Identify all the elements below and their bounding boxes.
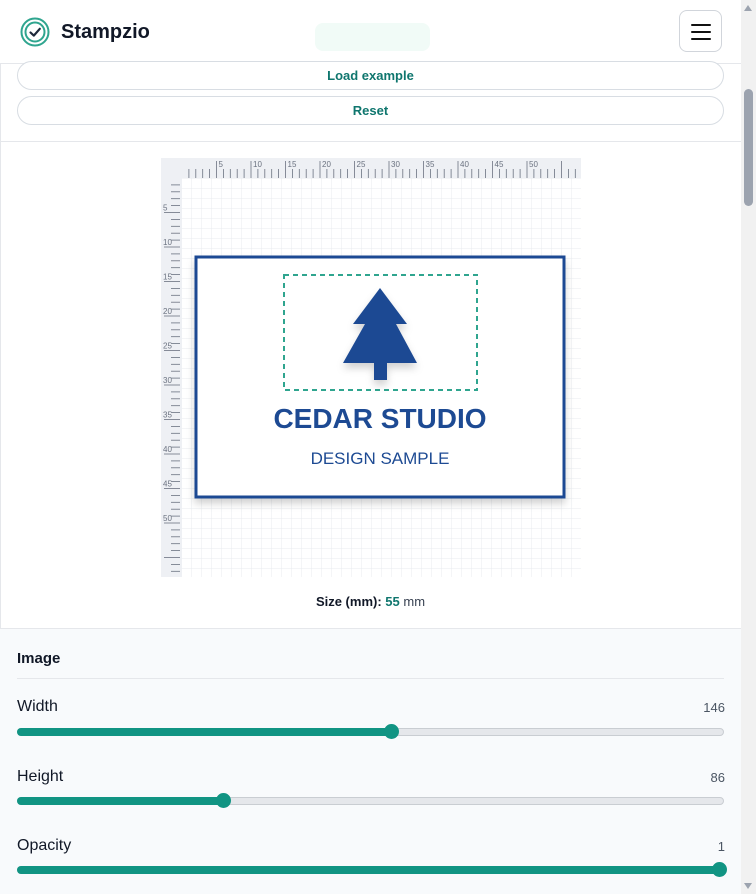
- ruler-left-label: 25: [163, 342, 172, 351]
- ruler-top-label: 10: [253, 160, 262, 169]
- hamburger-line: [691, 38, 711, 40]
- opacity-slider-fill: [17, 866, 724, 874]
- height-slider[interactable]: [17, 793, 724, 808]
- ruler-left-label: 30: [163, 376, 172, 385]
- reset-button[interactable]: Reset: [17, 96, 724, 125]
- menu-button[interactable]: [679, 10, 722, 52]
- width-slider[interactable]: [17, 724, 724, 739]
- app-root: Stampzio Load example Reset 5 10 15 20 2…: [0, 0, 756, 894]
- load-example-button[interactable]: Load example: [17, 61, 724, 90]
- ruler-left-label: 5: [163, 204, 168, 213]
- brand-name[interactable]: Stampzio: [61, 21, 150, 44]
- ruler-left-label: 50: [163, 514, 172, 523]
- ruler-top-label: 30: [391, 160, 400, 169]
- check-circle-icon[interactable]: [20, 17, 50, 47]
- content-left-border: [0, 64, 1, 628]
- stamp-preview-canvas[interactable]: 5 10 15 20 25 30 35 40 45 50 5 10 15 20 25 30 35 40 45 50 …: [161, 158, 581, 577]
- scroll-down-arrow-icon[interactable]: [744, 883, 752, 889]
- hamburger-menu-icon: [691, 24, 711, 26]
- height-slider-fill: [17, 797, 224, 805]
- ruler-top-label: 50: [529, 160, 538, 169]
- width-label: Width: [17, 698, 58, 715]
- scroll-up-arrow-icon[interactable]: [744, 5, 752, 11]
- opacity-slider[interactable]: [17, 862, 727, 877]
- height-value: 86: [710, 770, 725, 785]
- ruler-left-label: 20: [163, 307, 172, 316]
- ruler-left-label: 10: [163, 238, 172, 247]
- ruler-left-label: 35: [163, 411, 172, 420]
- hamburger-line: [691, 31, 711, 33]
- ruler-top-label: 20: [322, 160, 331, 169]
- top-header: Stampzio: [0, 0, 741, 64]
- image-settings-panel: [0, 628, 741, 894]
- scrollbar-thumb[interactable]: [744, 89, 753, 206]
- ruler-left-label: 40: [163, 445, 172, 454]
- ruler-top-label: 25: [357, 160, 366, 169]
- size-readout: Size (mm): 55 mm: [0, 594, 741, 609]
- ruler-top-label: 35: [426, 160, 435, 169]
- ruler-top-label: 45: [495, 160, 504, 169]
- width-slider-fill: [17, 728, 394, 736]
- ruler-top-label: 15: [288, 160, 297, 169]
- opacity-label: Opacity: [17, 837, 72, 854]
- height-slider-thumb[interactable]: [215, 793, 231, 808]
- panel-title: Image: [17, 650, 61, 667]
- width-slider-thumb[interactable]: [383, 724, 399, 739]
- ruler-top-label: 5: [219, 160, 224, 169]
- opacity-slider-thumb[interactable]: [712, 862, 727, 877]
- ruler-top: [161, 158, 581, 178]
- ruler-left-label: 15: [163, 273, 172, 282]
- width-value: 146: [703, 700, 725, 715]
- ruler-top-label: 40: [460, 160, 469, 169]
- size-value: 55: [385, 594, 400, 609]
- section-divider: [0, 141, 741, 142]
- size-label: Size (mm):: [315, 594, 382, 609]
- panel-divider: [17, 678, 724, 679]
- ruler-left-label: 45: [163, 480, 172, 489]
- faded-header-button[interactable]: [315, 23, 430, 51]
- height-label: Height: [17, 768, 64, 785]
- page-scrollbar[interactable]: [741, 0, 756, 894]
- size-unit: mm: [403, 594, 426, 609]
- stamp-title[interactable]: CEDAR STUDIO: [273, 403, 486, 434]
- opacity-value: 1: [717, 839, 725, 854]
- stamp-subtitle[interactable]: DESIGN SAMPLE: [311, 449, 450, 468]
